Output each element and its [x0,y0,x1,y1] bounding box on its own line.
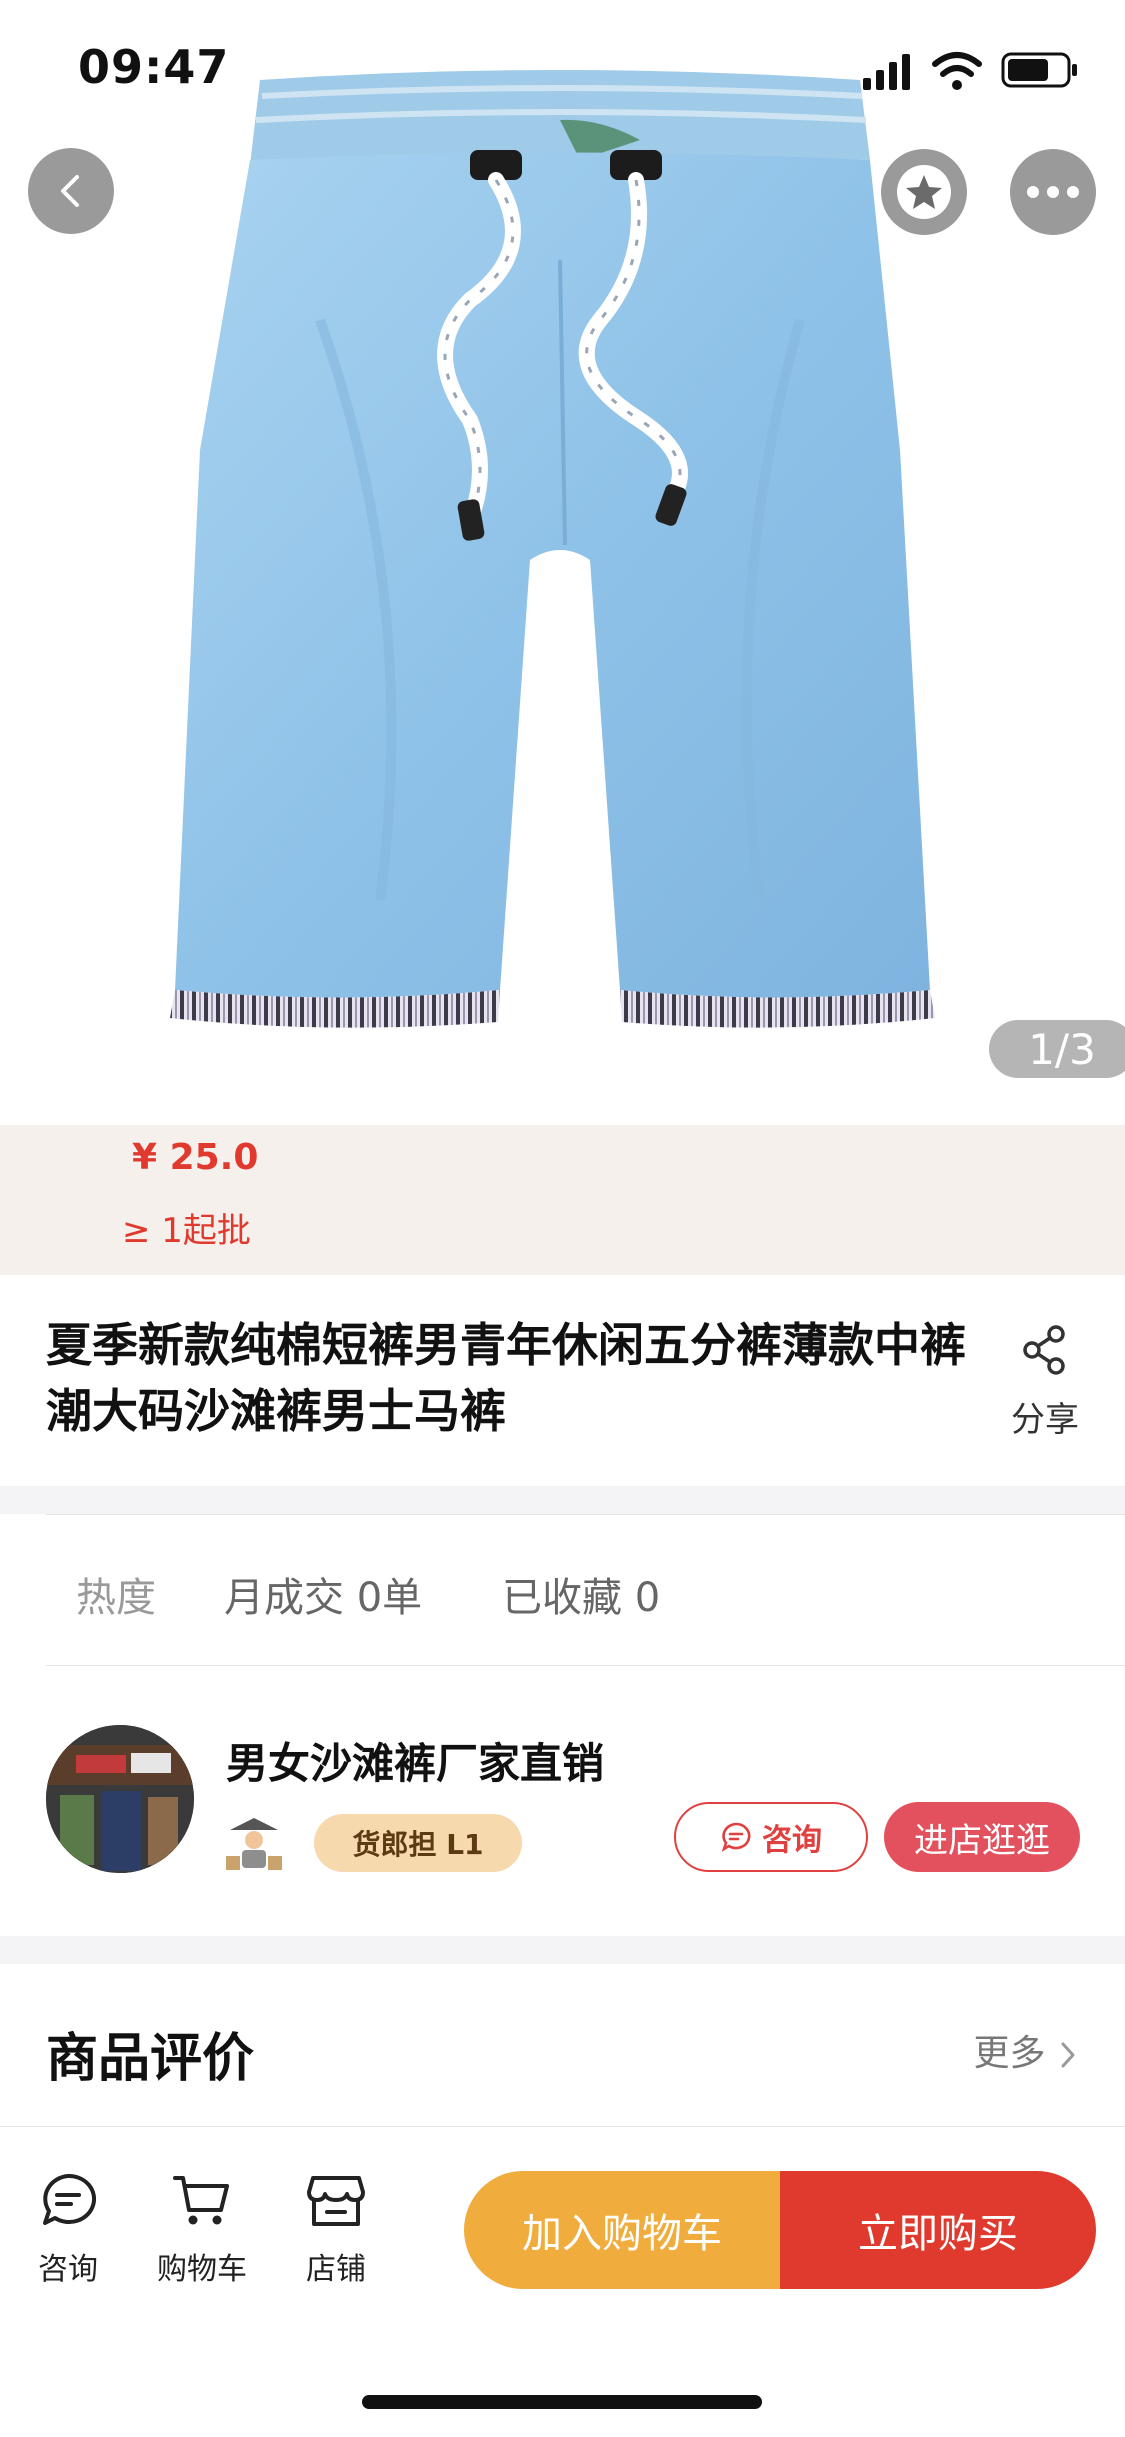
stat-monthly-sales: 月成交 0单 [224,1575,423,1621]
vendor-icon [224,1812,284,1872]
battery-icon [1001,52,1077,88]
shop-avatar[interactable] [46,1725,194,1873]
tab-consult[interactable]: 咨询 [8,2170,128,2288]
chat-icon [721,1822,751,1852]
home-indicator[interactable] [362,2395,762,2409]
more-button[interactable] [1010,149,1096,235]
chat-icon [43,2173,97,2225]
cart-icon [173,2176,229,2225]
wifi-icon [932,52,982,90]
tab-cart-label: 购物车 [157,2252,247,2287]
back-button[interactable] [28,148,114,234]
tab-store-label: 店铺 [306,2252,366,2287]
consult-shop-label: 咨询 [762,1823,822,1858]
reviews-more-link[interactable]: 更多 [974,2024,1079,2076]
share-button[interactable]: 分享 [1000,1322,1090,1441]
status-icons [863,48,1083,92]
min-order: ≥ 1起批 [122,1211,251,1251]
chevron-right-icon [1061,2042,1075,2068]
store-icon [307,2176,365,2226]
tab-store[interactable]: 店铺 [276,2170,396,2288]
section-divider [0,1486,1125,1514]
add-to-cart-button[interactable]: 加入购物车 [464,2171,780,2289]
tab-cart[interactable]: 购物车 [142,2170,262,2288]
stats-row: 热度 月成交 0单 已收藏 0 [46,1514,1125,1666]
section-divider [0,1936,1125,1964]
shop-name[interactable]: 男女沙滩裤厂家直销 [226,1730,604,1791]
favorite-button[interactable] [881,149,967,235]
tab-consult-label: 咨询 [38,2252,98,2287]
reviews-title: 商品评价 [46,2029,255,2089]
stat-hot: 热度 [76,1575,156,1621]
product-title: 夏季新款纯棉短裤男青年休闲五分裤薄款中裤潮大码沙滩裤男士马裤 [46,1318,966,1438]
signal-icon [863,54,910,90]
image-counter: 1/3 [989,1020,1125,1078]
price: ¥ 25.0 [132,1137,259,1178]
consult-shop-button[interactable]: 咨询 [674,1802,868,1872]
stat-collected: 已收藏 0 [502,1575,661,1621]
share-label: 分享 [1011,1400,1079,1440]
back-icon [61,175,79,207]
status-time: 09:47 [78,40,230,94]
enter-shop-button[interactable]: 进店逛逛 [884,1802,1080,1872]
buy-now-button[interactable]: 立即购买 [780,2171,1096,2289]
reviews-more-label: 更多 [973,2033,1046,2074]
more-icon [1027,186,1079,198]
shop-level-badge: 货郎担 L1 [314,1814,522,1872]
share-icon [1023,1325,1065,1375]
star-icon [897,165,951,219]
